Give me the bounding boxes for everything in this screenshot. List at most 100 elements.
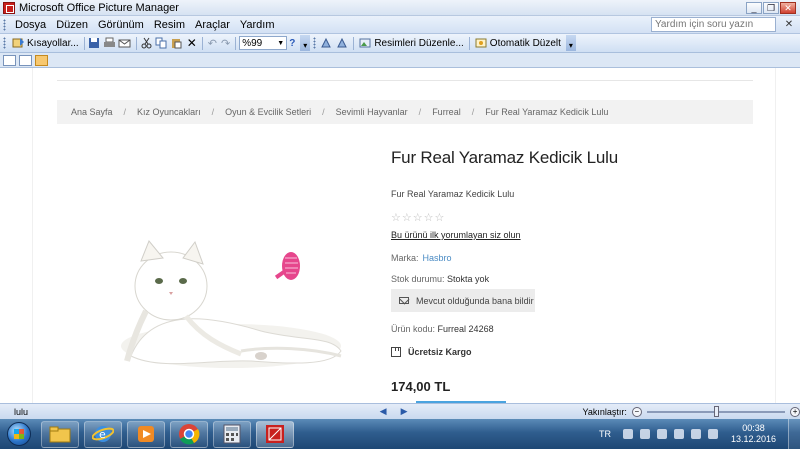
brand-link[interactable]: Hasbro: [423, 253, 452, 263]
toolbar-separator: [468, 36, 470, 50]
zoom-select-value: %99: [242, 37, 263, 49]
taskbar-explorer[interactable]: [41, 420, 79, 448]
next-picture-icon[interactable]: ▶: [401, 406, 408, 417]
brand-label: Marka:: [391, 253, 419, 263]
rotate-right-icon[interactable]: [335, 37, 348, 49]
zoom-slider-thumb[interactable]: [713, 405, 719, 417]
undo-icon[interactable]: ↶: [206, 35, 219, 51]
close-document-icon[interactable]: ✕: [782, 19, 796, 31]
notify-button-label: Mevcut olduğunda bana bildir: [416, 295, 534, 306]
close-button[interactable]: ✕: [780, 1, 796, 14]
breadcrumb-item[interactable]: Oyun & Evcilik Setleri: [225, 107, 311, 117]
chrome-icon: [179, 424, 200, 445]
previous-picture-icon[interactable]: ◀: [380, 406, 387, 417]
menu-edit[interactable]: Düzen: [51, 19, 93, 31]
menu-picture[interactable]: Resim: [149, 19, 190, 31]
shortcuts-button[interactable]: Kısayollar...: [10, 35, 81, 51]
shortcuts-label: Kısayollar...: [27, 37, 79, 49]
internet-explorer-icon: e: [92, 426, 114, 442]
zoom-select[interactable]: %99 ▼: [239, 36, 288, 50]
brand-row: Marka: Hasbro: [391, 253, 452, 263]
filmstrip-view-icon[interactable]: [19, 54, 32, 66]
menu-help[interactable]: Yardım: [235, 19, 280, 31]
breadcrumb-item[interactable]: Sevimli Hayvanlar: [336, 107, 408, 117]
svg-text:e: e: [99, 428, 106, 441]
taskbar-media-player[interactable]: [127, 420, 165, 448]
show-desktop-button[interactable]: [788, 419, 800, 449]
taskbar-chrome[interactable]: [170, 420, 208, 448]
redo-icon[interactable]: ↷: [219, 35, 232, 51]
stock-label: Stok durumu:: [391, 274, 445, 284]
copy-icon[interactable]: [155, 37, 168, 49]
delete-icon[interactable]: ✕: [185, 35, 199, 51]
help-search-input[interactable]: [651, 17, 776, 32]
first-review-link[interactable]: Bu ürünü ilk yorumlayan siz olun: [391, 230, 521, 240]
zoom-label: Yakınlaştır:: [582, 406, 627, 417]
product-code-value: Furreal 24268: [437, 324, 494, 334]
zoom-in-icon[interactable]: +: [790, 406, 800, 417]
action-center-flag-icon[interactable]: [673, 429, 684, 439]
menu-grip-icon[interactable]: [3, 18, 6, 31]
email-icon[interactable]: [118, 37, 131, 49]
volume-icon[interactable]: [707, 429, 718, 439]
single-picture-view-icon[interactable]: [35, 54, 48, 66]
picture-manager-icon: [266, 425, 284, 443]
taskbar-picture-manager[interactable]: [256, 420, 294, 448]
product-code-row: Ürün kodu: Furreal 24268: [391, 324, 494, 334]
pink-brush-icon: [274, 252, 300, 280]
save-icon[interactable]: [88, 37, 101, 49]
battery-icon[interactable]: [639, 429, 650, 439]
stock-row: Stok durumu: Stokta yok: [391, 274, 489, 284]
breadcrumb-separator: /: [123, 107, 127, 117]
paste-icon[interactable]: [170, 37, 183, 49]
product-subtitle: Fur Real Yaramaz Kedicik Lulu: [391, 189, 515, 199]
thumbnail-view-icon[interactable]: [3, 54, 16, 66]
breadcrumb-separator: /: [322, 107, 325, 117]
picture-navigation: ◀ ▶: [380, 406, 408, 417]
auto-correct-label: Otomatik Düzelt: [489, 37, 561, 49]
breadcrumb: Ana Sayfa / Kız Oyuncakları / Oyun & Evc…: [57, 100, 753, 124]
chevron-down-icon: ▼: [277, 39, 285, 47]
system-tray: TR 00:38 13.12.2016: [599, 419, 800, 449]
edit-pictures-button[interactable]: Resimleri Düzenle...: [357, 35, 465, 51]
clock-date: 13.12.2016: [730, 434, 776, 444]
breadcrumb-item[interactable]: Ana Sayfa: [71, 107, 113, 117]
toolbar-grip-icon[interactable]: [313, 37, 317, 49]
taskbar-calculator[interactable]: [213, 420, 251, 448]
rating-stars-icon[interactable]: ☆☆☆☆☆: [391, 211, 445, 224]
notify-when-available-button[interactable]: Mevcut olduğunda bana bildir: [391, 289, 535, 312]
media-player-icon: [138, 426, 154, 442]
menu-file[interactable]: Dosya: [10, 19, 51, 31]
taskbar-internet-explorer[interactable]: e: [84, 420, 122, 448]
clock[interactable]: 00:38 13.12.2016: [731, 423, 776, 445]
zoom-out-icon[interactable]: −: [631, 406, 642, 417]
toolbar-overflow-icon[interactable]: ▾: [300, 35, 311, 51]
show-hidden-icons-icon[interactable]: [622, 429, 633, 439]
view-toolbar: [0, 53, 800, 68]
toolbar-overflow-icon[interactable]: ▾: [565, 35, 576, 51]
minimize-button[interactable]: _: [746, 1, 762, 14]
auto-correct-button[interactable]: Otomatik Düzelt: [473, 35, 563, 51]
menu-view[interactable]: Görünüm: [93, 19, 149, 31]
divider: [57, 80, 753, 81]
breadcrumb-item[interactable]: Furreal: [432, 107, 461, 117]
product-code-label: Ürün kodu:: [391, 324, 436, 334]
free-shipping-label: Ücretsiz Kargo: [408, 347, 472, 357]
usb-icon[interactable]: [656, 429, 667, 439]
edit-pictures-icon: [359, 38, 371, 48]
toolbar-separator: [353, 36, 355, 50]
breadcrumb-item[interactable]: Kız Oyuncakları: [137, 107, 201, 117]
print-icon[interactable]: [103, 37, 116, 49]
rotate-left-icon[interactable]: [320, 37, 333, 49]
zoom-slider[interactable]: [646, 405, 786, 417]
toolbar-separator: [201, 36, 203, 50]
toolbar-grip-icon[interactable]: [3, 37, 6, 49]
cut-icon[interactable]: [140, 37, 153, 49]
start-button[interactable]: [2, 420, 36, 448]
restore-button[interactable]: ❐: [763, 1, 779, 14]
language-indicator[interactable]: TR: [599, 429, 611, 439]
stock-value: Stokta yok: [447, 274, 490, 284]
help-icon[interactable]: ?: [287, 35, 297, 51]
network-signal-icon[interactable]: [690, 429, 701, 439]
menu-tools[interactable]: Araçlar: [190, 19, 235, 31]
